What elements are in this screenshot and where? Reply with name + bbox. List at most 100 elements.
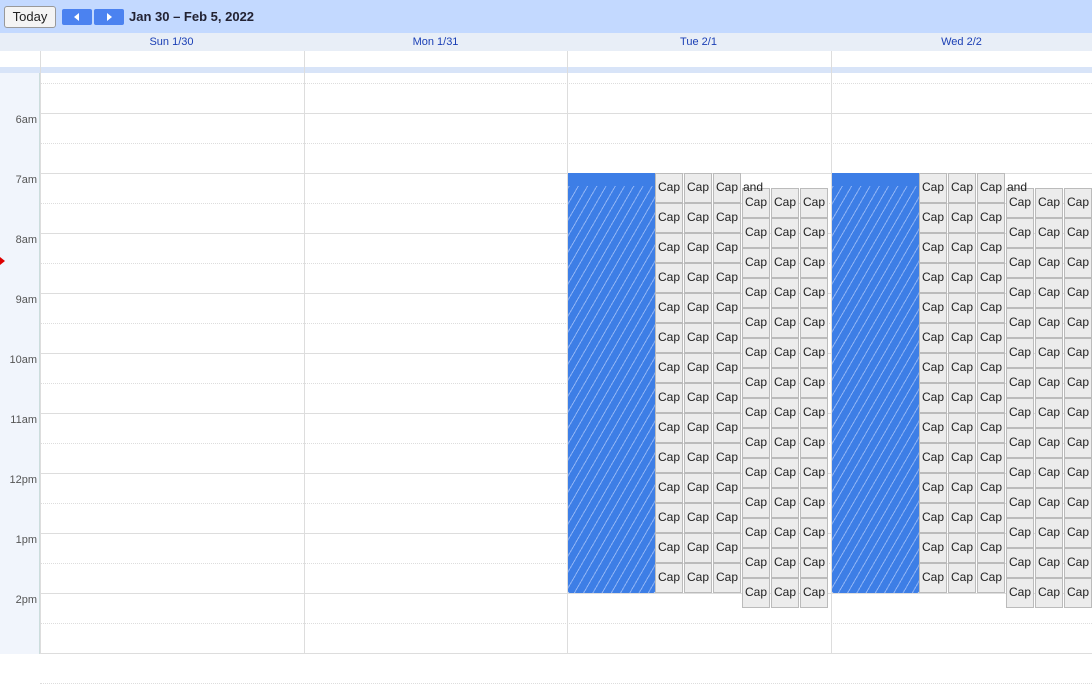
day-header-mon[interactable]: Mon 1/31 bbox=[304, 36, 567, 48]
event-cap[interactable]: Cap bbox=[684, 233, 712, 263]
more-events-link[interactable]: and bbox=[743, 180, 763, 194]
event-cap[interactable]: Cap bbox=[919, 563, 947, 593]
event-cap[interactable]: Cap bbox=[771, 368, 799, 398]
event-cap[interactable]: Cap bbox=[977, 413, 1005, 443]
event-cap[interactable]: Cap bbox=[977, 293, 1005, 323]
event-cap[interactable]: Cap bbox=[655, 293, 683, 323]
event-cap[interactable]: Cap bbox=[771, 248, 799, 278]
event-cap[interactable]: Cap bbox=[948, 293, 976, 323]
event-cap[interactable]: Cap bbox=[1064, 188, 1092, 218]
event-cap[interactable]: Cap bbox=[800, 458, 828, 488]
event-cap[interactable]: Cap bbox=[800, 578, 828, 608]
event-cap[interactable]: Cap bbox=[948, 263, 976, 293]
event-cap[interactable]: Cap bbox=[771, 218, 799, 248]
event-cap[interactable]: Cap bbox=[919, 473, 947, 503]
event-cap[interactable]: Cap bbox=[1035, 338, 1063, 368]
event-cap[interactable]: Cap bbox=[742, 398, 770, 428]
event-cap[interactable]: Cap bbox=[1006, 548, 1034, 578]
event-cap[interactable]: Cap bbox=[919, 443, 947, 473]
event-cap[interactable]: Cap bbox=[1064, 548, 1092, 578]
event-cap[interactable]: Cap bbox=[919, 173, 947, 203]
event-cap[interactable]: Cap bbox=[1006, 308, 1034, 338]
event-cap[interactable]: Cap bbox=[1035, 218, 1063, 248]
event-cap[interactable]: Cap bbox=[655, 563, 683, 593]
event-cap[interactable]: Cap bbox=[1064, 338, 1092, 368]
event-cap[interactable]: Cap bbox=[919, 413, 947, 443]
event-cap[interactable]: Cap bbox=[742, 278, 770, 308]
event-cap[interactable]: Cap bbox=[1035, 578, 1063, 608]
day-header-sun[interactable]: Sun 1/30 bbox=[40, 36, 303, 48]
event-cap[interactable]: Cap bbox=[800, 218, 828, 248]
event-cap[interactable]: Cap bbox=[713, 203, 741, 233]
event-cap[interactable]: Cap bbox=[684, 353, 712, 383]
event-cap[interactable]: Cap bbox=[771, 458, 799, 488]
event-cap[interactable]: Cap bbox=[919, 203, 947, 233]
event-cap[interactable]: Cap bbox=[948, 533, 976, 563]
event-cap[interactable]: Cap bbox=[800, 398, 828, 428]
event-cap[interactable]: Cap bbox=[713, 353, 741, 383]
event-cap[interactable]: Cap bbox=[742, 518, 770, 548]
event-cap[interactable]: Cap bbox=[713, 473, 741, 503]
event-cap[interactable]: Cap bbox=[948, 203, 976, 233]
event-cap[interactable]: Cap bbox=[742, 458, 770, 488]
event-cap[interactable]: Cap bbox=[771, 188, 799, 218]
event-cap[interactable]: Cap bbox=[977, 173, 1005, 203]
event-cap[interactable]: Cap bbox=[1064, 578, 1092, 608]
event-cap[interactable]: Cap bbox=[948, 233, 976, 263]
all-day-row[interactable] bbox=[0, 51, 1092, 67]
busy-block-wed[interactable] bbox=[832, 173, 919, 593]
event-cap[interactable]: Cap bbox=[684, 263, 712, 293]
event-cap[interactable]: Cap bbox=[800, 248, 828, 278]
event-cap[interactable]: Cap bbox=[800, 308, 828, 338]
event-cap[interactable]: Cap bbox=[977, 443, 1005, 473]
event-cap[interactable]: Cap bbox=[684, 443, 712, 473]
event-cap[interactable]: Cap bbox=[977, 563, 1005, 593]
event-cap[interactable]: Cap bbox=[919, 353, 947, 383]
event-cap[interactable]: Cap bbox=[1035, 248, 1063, 278]
event-cap[interactable]: Cap bbox=[948, 353, 976, 383]
event-cap[interactable]: Cap bbox=[713, 323, 741, 353]
event-cap[interactable]: Cap bbox=[1064, 308, 1092, 338]
event-cap[interactable]: Cap bbox=[1064, 368, 1092, 398]
event-cap[interactable]: Cap bbox=[655, 233, 683, 263]
event-cap[interactable]: Cap bbox=[655, 503, 683, 533]
today-button[interactable]: Today bbox=[4, 6, 56, 28]
event-cap[interactable]: Cap bbox=[1064, 218, 1092, 248]
event-cap[interactable]: Cap bbox=[1006, 368, 1034, 398]
event-cap[interactable]: Cap bbox=[1006, 458, 1034, 488]
busy-block-tue[interactable] bbox=[568, 173, 655, 593]
event-cap[interactable]: Cap bbox=[655, 473, 683, 503]
day-header-tue[interactable]: Tue 2/1 bbox=[567, 36, 830, 48]
event-cap[interactable]: Cap bbox=[948, 503, 976, 533]
event-cap[interactable]: Cap bbox=[977, 503, 1005, 533]
event-cap[interactable]: Cap bbox=[1006, 518, 1034, 548]
event-cap[interactable]: Cap bbox=[1006, 488, 1034, 518]
event-cap[interactable]: Cap bbox=[771, 518, 799, 548]
event-cap[interactable]: Cap bbox=[800, 368, 828, 398]
event-cap[interactable]: Cap bbox=[771, 398, 799, 428]
event-cap[interactable]: Cap bbox=[742, 368, 770, 398]
event-cap[interactable]: Cap bbox=[1064, 278, 1092, 308]
event-cap[interactable]: Cap bbox=[771, 428, 799, 458]
event-cap[interactable]: Cap bbox=[919, 263, 947, 293]
event-cap[interactable]: Cap bbox=[684, 473, 712, 503]
event-cap[interactable]: Cap bbox=[977, 323, 1005, 353]
event-cap[interactable]: Cap bbox=[1035, 188, 1063, 218]
event-cap[interactable]: Cap bbox=[977, 233, 1005, 263]
event-cap[interactable]: Cap bbox=[684, 203, 712, 233]
event-cap[interactable]: Cap bbox=[1035, 518, 1063, 548]
event-cap[interactable]: Cap bbox=[713, 233, 741, 263]
event-cap[interactable]: Cap bbox=[800, 428, 828, 458]
event-cap[interactable]: Cap bbox=[1064, 488, 1092, 518]
event-cap[interactable]: Cap bbox=[1035, 278, 1063, 308]
event-cap[interactable]: Cap bbox=[684, 413, 712, 443]
event-cap[interactable]: Cap bbox=[1006, 248, 1034, 278]
event-cap[interactable]: Cap bbox=[655, 443, 683, 473]
event-cap[interactable]: Cap bbox=[771, 308, 799, 338]
event-cap[interactable]: Cap bbox=[655, 323, 683, 353]
event-cap[interactable]: Cap bbox=[655, 263, 683, 293]
event-cap[interactable]: Cap bbox=[977, 473, 1005, 503]
event-cap[interactable]: Cap bbox=[1035, 368, 1063, 398]
event-cap[interactable]: Cap bbox=[1035, 458, 1063, 488]
event-cap[interactable]: Cap bbox=[771, 278, 799, 308]
